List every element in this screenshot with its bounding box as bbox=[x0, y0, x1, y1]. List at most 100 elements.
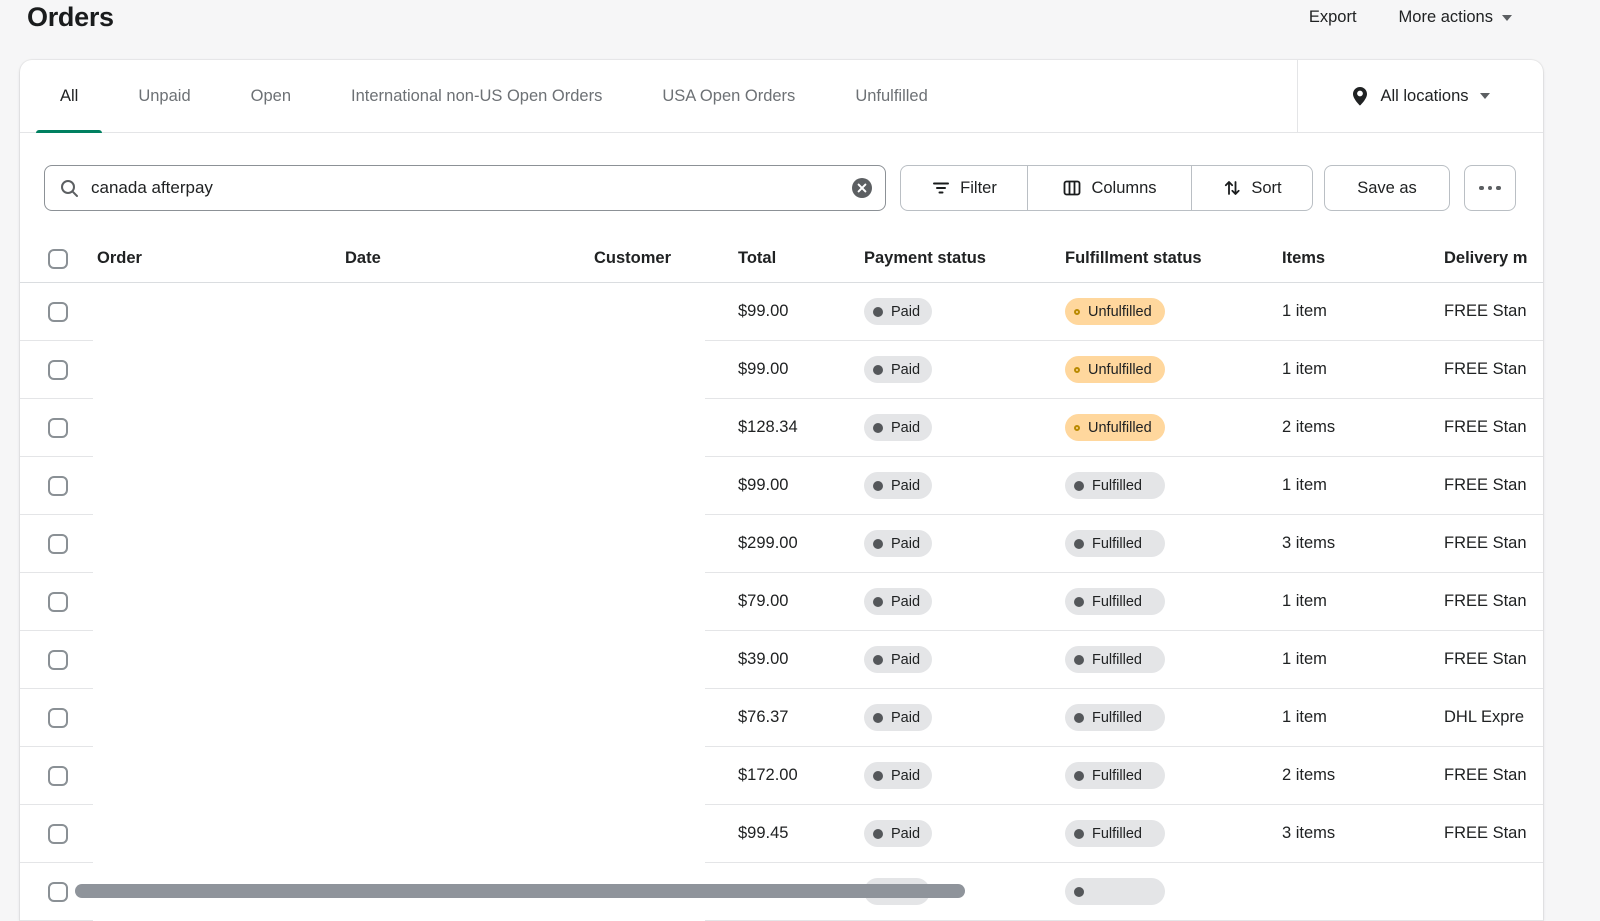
items-cell: 1 item bbox=[1282, 592, 1444, 611]
fulfillment-status-label: Fulfilled bbox=[1092, 478, 1142, 494]
payment-status-badge: Paid bbox=[864, 356, 932, 383]
payment-status-badge: Paid bbox=[864, 472, 932, 499]
filter-button-label: Filter bbox=[960, 179, 997, 198]
payment-status-dot-icon bbox=[873, 771, 883, 781]
items-cell: 1 item bbox=[1282, 302, 1444, 321]
payment-status-label: Paid bbox=[891, 768, 920, 784]
row-checkbox[interactable] bbox=[48, 824, 68, 844]
row-checkbox[interactable] bbox=[48, 418, 68, 438]
total-cell: $79.00 bbox=[738, 592, 864, 611]
location-selector-label: All locations bbox=[1380, 87, 1468, 106]
fulfillment-status-dot-icon bbox=[1074, 771, 1084, 781]
fulfillment-status-badge: Unfulfilled bbox=[1065, 356, 1165, 383]
select-all-checkbox[interactable] bbox=[48, 249, 68, 269]
fulfillment-status-dot-icon bbox=[1074, 425, 1080, 431]
payment-status-badge: Paid bbox=[864, 762, 932, 789]
tab-usa-open-orders[interactable]: USA Open Orders bbox=[638, 60, 819, 132]
caret-down-icon bbox=[1502, 15, 1512, 21]
row-checkbox[interactable] bbox=[48, 302, 68, 322]
fulfillment-status-badge: Fulfilled bbox=[1065, 472, 1165, 499]
fulfillment-status-label: Unfulfilled bbox=[1088, 420, 1152, 436]
fulfillment-status-label: Fulfilled bbox=[1092, 652, 1142, 668]
fulfillment-status-label: Unfulfilled bbox=[1088, 304, 1152, 320]
payment-status-dot-icon bbox=[873, 481, 883, 491]
items-cell: 1 item bbox=[1282, 476, 1444, 495]
clear-search-button[interactable] bbox=[851, 177, 873, 199]
total-cell: $99.00 bbox=[738, 476, 864, 495]
items-cell: 3 items bbox=[1282, 534, 1444, 553]
payment-status-dot-icon bbox=[873, 829, 883, 839]
orders-table: Order Date Customer Total Payment status… bbox=[20, 235, 1543, 921]
total-cell: $172.00 bbox=[738, 766, 864, 785]
fulfillment-status-label: Fulfilled bbox=[1092, 594, 1142, 610]
more-actions-button[interactable]: More actions bbox=[1399, 8, 1512, 27]
row-checkbox[interactable] bbox=[48, 360, 68, 380]
horizontal-dots-icon bbox=[1479, 186, 1501, 191]
fulfillment-status-dot-icon bbox=[1074, 309, 1080, 315]
tab-open[interactable]: Open bbox=[227, 60, 315, 132]
filter-button[interactable]: Filter bbox=[900, 165, 1028, 211]
more-options-button[interactable] bbox=[1464, 165, 1516, 211]
row-checkbox[interactable] bbox=[48, 592, 68, 612]
tab-unpaid[interactable]: Unpaid bbox=[114, 60, 214, 132]
fulfillment-status-badge: Fulfilled bbox=[1065, 820, 1165, 847]
delivery-method-cell: FREE Stan bbox=[1444, 302, 1543, 321]
row-checkbox[interactable] bbox=[48, 650, 68, 670]
delivery-method-cell: FREE Stan bbox=[1444, 534, 1543, 553]
columns-button[interactable]: Columns bbox=[1027, 165, 1192, 211]
tab-unfulfilled[interactable]: Unfulfilled bbox=[831, 60, 951, 132]
fulfillment-status-dot-icon bbox=[1074, 655, 1084, 665]
export-button-label: Export bbox=[1309, 8, 1357, 27]
save-as-button[interactable]: Save as bbox=[1324, 165, 1450, 211]
payment-status-dot-icon bbox=[873, 597, 883, 607]
location-pin-icon bbox=[1351, 86, 1369, 106]
delivery-method-cell: FREE Stan bbox=[1444, 824, 1543, 843]
column-header-payment-status: Payment status bbox=[864, 249, 1065, 268]
payment-status-dot-icon bbox=[873, 655, 883, 665]
search-input[interactable] bbox=[89, 177, 841, 199]
fulfillment-status-label: Fulfilled bbox=[1092, 826, 1142, 842]
column-header-date: Date bbox=[345, 249, 594, 268]
search-icon bbox=[59, 178, 79, 198]
payment-status-badge: Paid bbox=[864, 530, 932, 557]
row-checkbox[interactable] bbox=[48, 708, 68, 728]
total-cell: $99.00 bbox=[738, 360, 864, 379]
fulfillment-status-badge: Unfulfilled bbox=[1065, 414, 1165, 441]
payment-status-dot-icon bbox=[873, 539, 883, 549]
row-checkbox[interactable] bbox=[48, 766, 68, 786]
row-checkbox[interactable] bbox=[48, 534, 68, 554]
export-button[interactable]: Export bbox=[1309, 8, 1357, 27]
fulfillment-status-dot-icon bbox=[1074, 713, 1084, 723]
circle-x-icon bbox=[851, 177, 873, 199]
caret-down-icon bbox=[1480, 93, 1490, 99]
payment-status-badge: Paid bbox=[864, 704, 932, 731]
orders-card: All Unpaid Open International non-US Ope… bbox=[20, 60, 1543, 921]
items-cell: 2 items bbox=[1282, 766, 1444, 785]
total-cell: $99.45 bbox=[738, 824, 864, 843]
more-actions-label: More actions bbox=[1399, 8, 1493, 27]
payment-status-label: Paid bbox=[891, 362, 920, 378]
scrollbar-thumb[interactable] bbox=[75, 884, 965, 898]
fulfillment-status-label: Fulfilled bbox=[1092, 536, 1142, 552]
payment-status-label: Paid bbox=[891, 710, 920, 726]
fulfillment-status-dot-icon bbox=[1074, 829, 1084, 839]
payment-status-dot-icon bbox=[873, 423, 883, 433]
items-cell: 2 items bbox=[1282, 418, 1444, 437]
tab-international-non-us-open-orders[interactable]: International non-US Open Orders bbox=[327, 60, 626, 132]
page-actions: Export More actions bbox=[1309, 8, 1512, 27]
payment-status-label: Paid bbox=[891, 826, 920, 842]
tab-all[interactable]: All bbox=[36, 60, 102, 132]
row-checkbox[interactable] bbox=[48, 476, 68, 496]
total-cell: $128.34 bbox=[738, 418, 864, 437]
top-bar: Orders Export More actions bbox=[27, 0, 1600, 60]
payment-status-label: Paid bbox=[891, 420, 920, 436]
location-selector[interactable]: All locations bbox=[1298, 60, 1543, 132]
filter-toolbar: Filter Columns Sort Save as bbox=[20, 133, 1543, 235]
fulfillment-status-badge: Fulfilled bbox=[1065, 704, 1165, 731]
sort-button[interactable]: Sort bbox=[1191, 165, 1313, 211]
fulfillment-status-badge: Fulfilled bbox=[1065, 588, 1165, 615]
filter-icon bbox=[931, 178, 951, 198]
payment-status-badge: Paid bbox=[864, 588, 932, 615]
fulfillment-status-badge: Fulfilled bbox=[1065, 530, 1165, 557]
save-as-button-label: Save as bbox=[1357, 179, 1417, 198]
